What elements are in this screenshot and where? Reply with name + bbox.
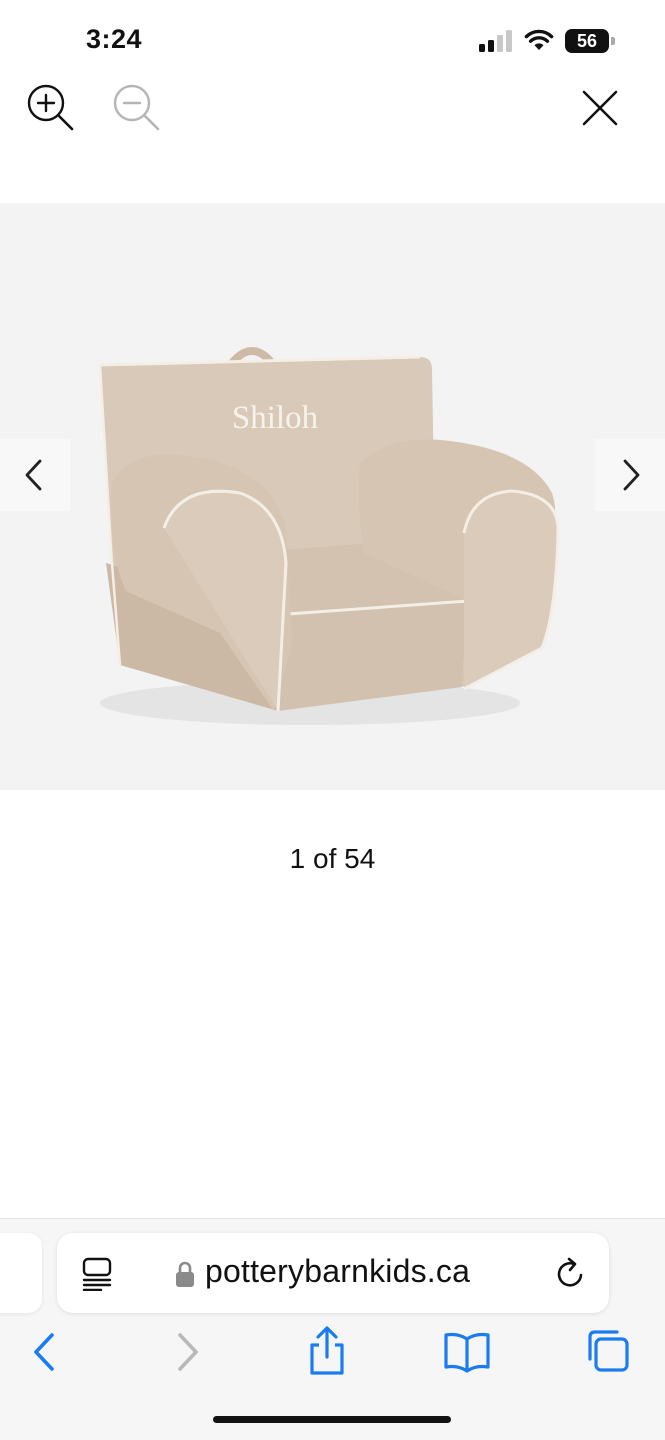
wifi-icon: [524, 29, 554, 50]
battery-icon: 56: [565, 29, 615, 53]
adjacent-tab-preview[interactable]: [0, 1233, 42, 1313]
product-image-area[interactable]: Shiloh: [0, 203, 665, 790]
status-bar: 3:24 56: [0, 0, 665, 70]
image-counter: 1 of 54: [289, 843, 376, 874]
chevron-right-icon: [623, 459, 640, 491]
address-bar[interactable]: potterybarnkids.ca: [57, 1233, 609, 1313]
monogram-text: Shiloh: [232, 400, 319, 436]
battery-level: 56: [576, 31, 598, 51]
cellular-signal-icon: [479, 30, 512, 52]
reader-mode-icon[interactable]: [81, 1257, 113, 1291]
forward-icon[interactable]: [166, 1327, 206, 1377]
zoom-out-icon[interactable]: [108, 80, 164, 136]
close-icon[interactable]: [572, 80, 628, 136]
product-image-armchair: Shiloh: [98, 347, 560, 725]
battery-body: 56: [565, 29, 609, 53]
status-time: 3:24: [86, 24, 143, 54]
bookmarks-icon[interactable]: [442, 1327, 492, 1377]
share-icon[interactable]: [305, 1325, 349, 1377]
battery-cap: [611, 37, 615, 45]
previous-image-button[interactable]: [0, 439, 70, 511]
back-icon[interactable]: [26, 1327, 66, 1377]
next-image-button[interactable]: [595, 439, 665, 511]
browser-toolbar: potterybarnkids.ca: [0, 1218, 665, 1440]
chevron-left-icon: [25, 459, 42, 491]
home-indicator: [213, 1416, 451, 1423]
zoom-in-icon[interactable]: [22, 80, 78, 136]
lock-icon: [176, 1261, 194, 1287]
reload-icon[interactable]: [554, 1255, 588, 1291]
url-text: potterybarnkids.ca: [205, 1253, 471, 1289]
tabs-icon[interactable]: [582, 1327, 632, 1377]
